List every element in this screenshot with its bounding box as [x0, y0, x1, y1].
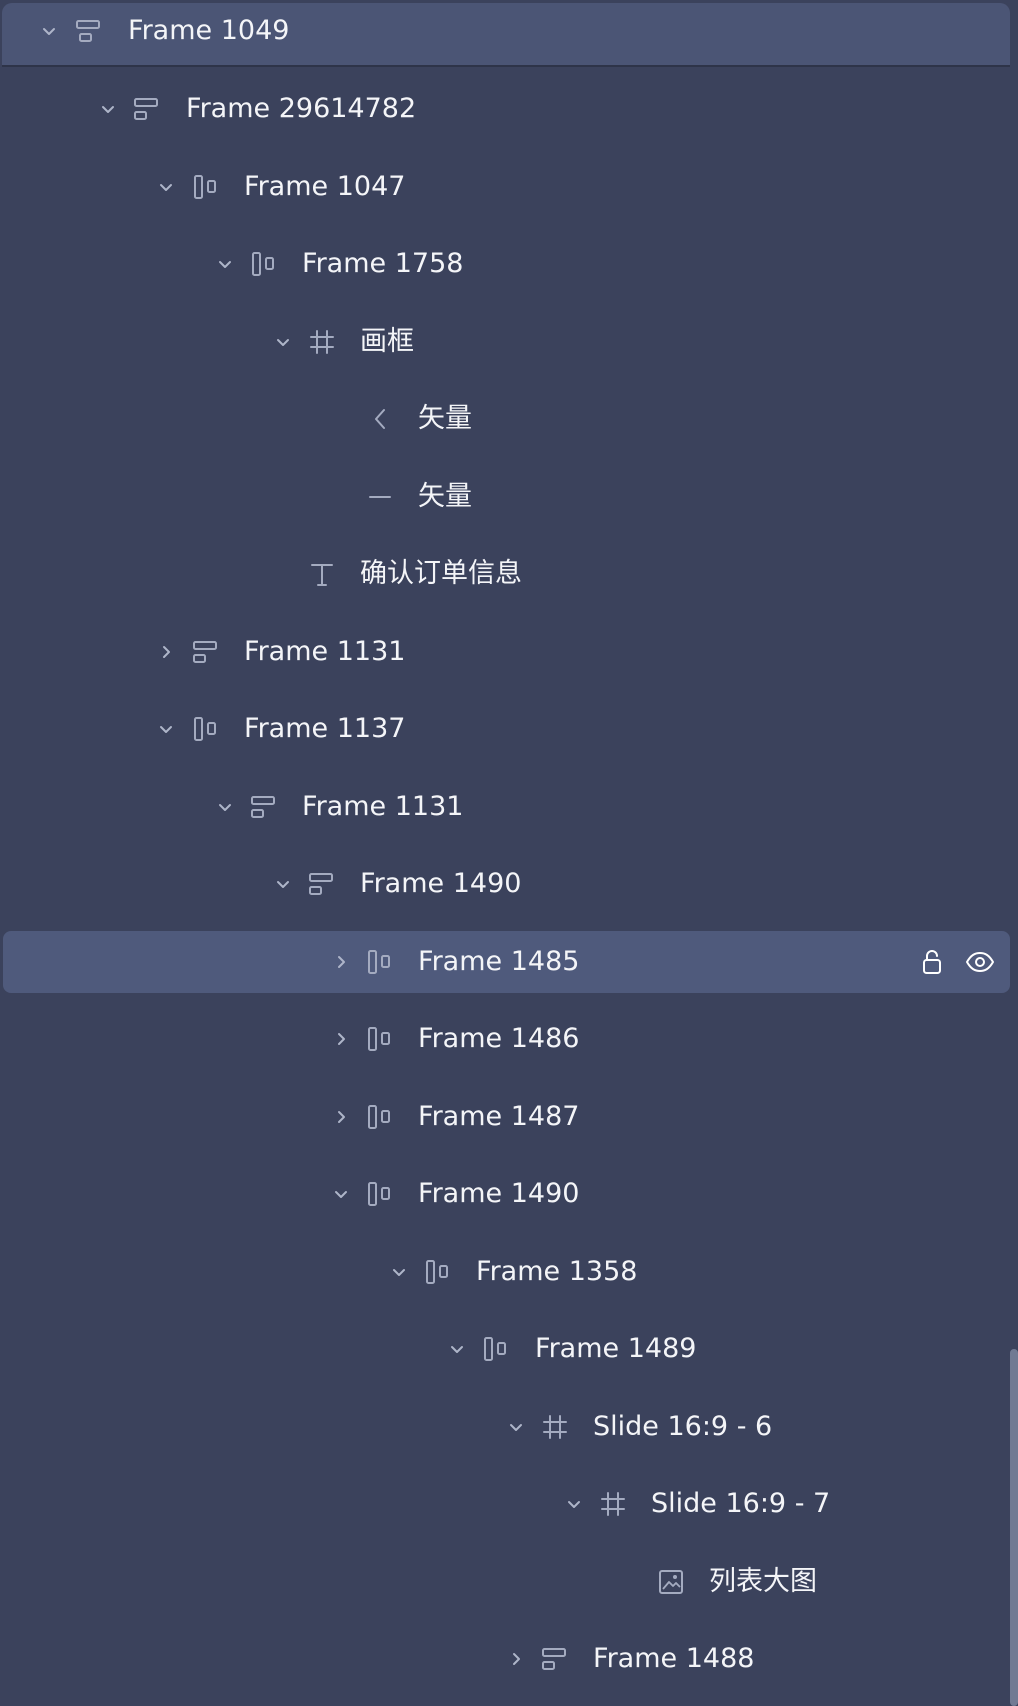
layer-label: 画框: [360, 326, 414, 357]
text-icon: [307, 559, 337, 589]
layer-label: Frame 1358: [476, 1256, 638, 1287]
auto-layout-vertical-icon: [132, 94, 162, 124]
chevron-down-icon[interactable]: [154, 717, 178, 741]
frame-hash-icon: [307, 327, 337, 357]
layer-row[interactable]: Frame 1490: [0, 1163, 1010, 1225]
layer-label: Frame 1047: [244, 171, 406, 202]
lock-icon[interactable]: [916, 946, 948, 978]
layer-label: Frame 1137: [244, 713, 406, 744]
chevron-down-icon[interactable]: [329, 1182, 353, 1206]
chevron-right-icon[interactable]: [329, 950, 353, 974]
auto-layout-vertical-icon: [307, 869, 337, 899]
layer-row[interactable]: Frame 1131: [0, 776, 1010, 838]
layer-label: Frame 1490: [418, 1178, 580, 1209]
auto-layout-horizontal-icon: [191, 172, 221, 202]
layer-label: Frame 29614782: [186, 93, 417, 124]
layer-row[interactable]: 矢量: [0, 388, 1010, 450]
layer-label: Slide 16:9 - 6: [593, 1411, 773, 1442]
layer-row-selected[interactable]: Frame 1485: [3, 931, 1010, 993]
layer-row[interactable]: 矢量: [0, 466, 1010, 528]
layer-label: Slide 16:9 - 7: [651, 1488, 831, 1519]
layer-label: Frame 1131: [302, 791, 464, 822]
layer-label: Frame 1490: [360, 868, 522, 899]
chevron-down-icon[interactable]: [96, 97, 120, 121]
auto-layout-horizontal-icon: [365, 947, 395, 977]
layer-row[interactable]: Frame 1490: [0, 853, 1010, 915]
layer-label: 列表大图: [709, 1566, 817, 1597]
layer-label: Frame 1131: [244, 636, 406, 667]
chevron-right-icon[interactable]: [329, 1105, 353, 1129]
layer-label: Frame 1485: [418, 946, 580, 977]
vector-line-icon: [365, 482, 395, 512]
layer-label: Frame 1049: [128, 15, 290, 46]
layer-row[interactable]: 画框: [0, 311, 1010, 373]
chevron-down-icon[interactable]: [562, 1492, 586, 1516]
layer-row[interactable]: Frame 1488: [0, 1628, 1010, 1690]
chevron-down-icon[interactable]: [154, 175, 178, 199]
layer-row-frame-1049[interactable]: Frame 1049: [0, 0, 1010, 62]
layer-row[interactable]: Slide 16:9 - 6: [0, 1396, 1010, 1458]
layer-row[interactable]: Frame 1487: [0, 1086, 1010, 1148]
auto-layout-vertical-icon: [191, 637, 221, 667]
layer-label: Frame 1488: [593, 1643, 755, 1674]
chevron-down-icon[interactable]: [445, 1337, 469, 1361]
chevron-down-icon[interactable]: [213, 252, 237, 276]
layer-row[interactable]: 列表大图: [0, 1551, 1010, 1613]
chevron-down-icon[interactable]: [37, 19, 61, 43]
chevron-right-icon[interactable]: [504, 1647, 528, 1671]
layer-row[interactable]: 确认订单信息: [0, 543, 1010, 605]
layer-row[interactable]: Frame 1486: [0, 1008, 1010, 1070]
frame-hash-icon: [540, 1412, 570, 1442]
layer-label: Frame 1489: [535, 1333, 697, 1364]
scrollbar[interactable]: [1010, 1349, 1018, 1706]
auto-layout-horizontal-icon: [365, 1024, 395, 1054]
layer-row[interactable]: Slide 16:9 - 7: [0, 1473, 1010, 1535]
chevron-down-icon[interactable]: [213, 795, 237, 819]
layer-label: Frame 1487: [418, 1101, 580, 1132]
layer-label: 矢量: [418, 481, 472, 512]
vector-chevron-icon: [365, 404, 395, 434]
auto-layout-vertical-icon: [249, 792, 279, 822]
auto-layout-horizontal-icon: [249, 249, 279, 279]
frame-hash-icon: [598, 1489, 628, 1519]
layer-label: 矢量: [418, 403, 472, 434]
chevron-down-icon[interactable]: [271, 872, 295, 896]
chevron-right-icon[interactable]: [329, 1027, 353, 1051]
layer-row[interactable]: Frame 1358: [0, 1241, 1010, 1303]
layer-row[interactable]: Frame 1489: [0, 1318, 1010, 1380]
layer-label: Frame 1758: [302, 248, 464, 279]
eye-icon[interactable]: [964, 946, 996, 978]
layer-row[interactable]: Frame 29614782: [0, 78, 1010, 140]
layer-row[interactable]: Frame 1137: [0, 698, 1010, 760]
image-icon: [656, 1567, 686, 1597]
chevron-down-icon[interactable]: [271, 330, 295, 354]
auto-layout-horizontal-icon: [423, 1257, 453, 1287]
layer-row[interactable]: Frame 1047: [0, 156, 1010, 218]
layer-label: Frame 1486: [418, 1023, 580, 1054]
chevron-right-icon[interactable]: [154, 640, 178, 664]
auto-layout-horizontal-icon: [365, 1179, 395, 1209]
layer-row[interactable]: Frame 1131: [0, 621, 1010, 683]
layer-row[interactable]: Frame 1758: [0, 233, 1010, 295]
auto-layout-horizontal-icon: [481, 1334, 511, 1364]
chevron-down-icon[interactable]: [387, 1260, 411, 1284]
auto-layout-horizontal-icon: [365, 1102, 395, 1132]
chevron-down-icon[interactable]: [504, 1415, 528, 1439]
auto-layout-vertical-icon: [74, 16, 104, 46]
auto-layout-horizontal-icon: [191, 714, 221, 744]
layers-panel: Frame 1049 Frame 29614782 Frame 1047 Fra…: [0, 0, 1018, 1706]
layer-label: 确认订单信息: [360, 558, 522, 589]
auto-layout-vertical-icon: [540, 1644, 570, 1674]
